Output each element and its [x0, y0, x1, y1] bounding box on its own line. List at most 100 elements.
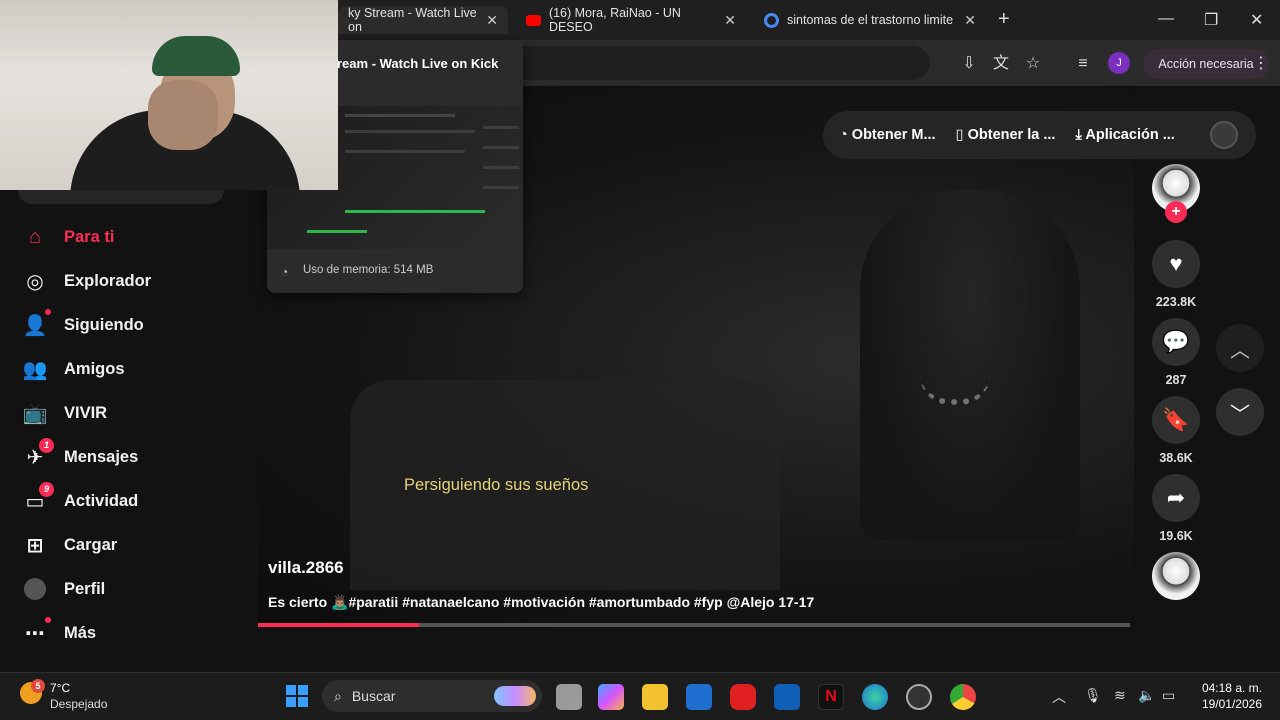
notification-dot: [45, 309, 51, 315]
close-window-icon[interactable]: ✕: [1250, 10, 1263, 30]
webcam-hand: [148, 80, 218, 150]
tab-preview-memory: Uso de memoria: 514 MB: [303, 264, 434, 276]
sidebar-item-label: Perfil: [64, 579, 106, 598]
tab-google[interactable]: sintomas de el trastorno limite ✕: [754, 6, 986, 34]
upload-icon: ⊞: [26, 534, 44, 557]
messages-icon: ✈ 1: [22, 438, 54, 470]
new-tab-button[interactable]: +: [998, 8, 1010, 31]
get-coins-label: Obtener M...: [851, 127, 936, 143]
taskbar-search[interactable]: ⌕ Buscar: [322, 680, 542, 712]
activity-icon: ▭ 9: [22, 482, 54, 514]
previous-video-button[interactable]: ︿: [1216, 324, 1264, 372]
chrome-icon[interactable]: [950, 684, 976, 710]
friends-icon: 👥: [22, 358, 48, 381]
star-icon[interactable]: ☆: [1022, 53, 1044, 75]
clock-time[interactable]: 04:18 a. m.: [1196, 681, 1262, 695]
following-icon: 👤: [22, 309, 51, 338]
notification-dot: [45, 617, 51, 623]
comment-icon: 💬: [1162, 329, 1190, 354]
get-app-button[interactable]: ▯ Obtener la ...: [956, 127, 1056, 143]
install-icon[interactable]: ⇩: [958, 53, 980, 75]
menu-icon[interactable]: ⋮: [1250, 53, 1272, 75]
top-actions-bar: ◔ Obtener M... ▯ Obtener la ... ⤓ Aplica…: [823, 111, 1256, 159]
temperature: 7°C: [50, 681, 71, 695]
sidebar-item-amigos[interactable]: 👥 Amigos: [22, 354, 125, 384]
close-icon[interactable]: ✕: [724, 12, 736, 29]
video-progress-fill: [258, 623, 420, 627]
sidebar-item-label: Amigos: [64, 359, 125, 378]
battery-icon[interactable]: ▭: [1162, 687, 1175, 704]
clock-date[interactable]: 19/01/2026: [1196, 697, 1262, 711]
translate-icon[interactable]: 文: [990, 53, 1012, 75]
avatar[interactable]: J: [1108, 52, 1130, 74]
get-coins-button[interactable]: ◔ Obtener M...: [839, 127, 936, 143]
more-icon: ⋯: [22, 617, 51, 646]
profile-icon: [22, 576, 48, 602]
sidebar-item-label: Siguiendo: [64, 315, 144, 334]
comment-button[interactable]: 💬: [1152, 318, 1200, 366]
restore-icon[interactable]: ❐: [1204, 10, 1218, 30]
video-subtitle: Persiguiendo sus sueños: [404, 476, 589, 494]
sidebar-item-cargar[interactable]: ⊞ Cargar: [22, 530, 118, 560]
sidebar-item-vivir[interactable]: 📺 VIVIR: [22, 398, 108, 428]
follow-button[interactable]: +: [1165, 201, 1187, 223]
youtube-app-icon[interactable]: [730, 684, 756, 710]
weather-description: Despejado: [50, 697, 108, 711]
sidebar-item-label: Para ti: [64, 227, 115, 246]
save-count: 38.6K: [1159, 451, 1193, 465]
webcam-cap: [152, 36, 240, 76]
obs-icon[interactable]: [906, 684, 932, 710]
heart-icon: ♥: [1169, 251, 1183, 276]
profile-avatar[interactable]: [1210, 121, 1238, 149]
chevron-up-icon[interactable]: ︿: [1052, 687, 1066, 707]
memory-icon: ◔: [281, 265, 289, 279]
tab-preview-title: ream - Watch Live on Kick: [337, 56, 499, 71]
mail-icon[interactable]: [686, 684, 712, 710]
volume-icon[interactable]: 🔈: [1138, 687, 1155, 704]
windows-start-button[interactable]: [286, 685, 308, 707]
task-view-icon[interactable]: [556, 684, 582, 710]
sidebar-item-label: Mensajes: [64, 447, 139, 466]
close-icon[interactable]: ✕: [486, 12, 498, 29]
sidebar-item-para-ti[interactable]: ⌂ Para ti: [22, 222, 115, 252]
copilot-icon[interactable]: [598, 684, 624, 710]
sidebar-item-label: VIVIR: [64, 403, 108, 422]
share-count: 19.6K: [1159, 529, 1193, 543]
tab-youtube[interactable]: (16) Mora, RaiNao - UN DESEO ✕: [516, 6, 746, 34]
netflix-icon[interactable]: N: [818, 684, 844, 710]
tab-title: sintomas de el trastorno limite: [787, 13, 954, 27]
tab-kick[interactable]: ky Stream - Watch Live on ✕: [338, 6, 508, 34]
desktop-app-button[interactable]: ⤓ Aplicación ...: [1075, 127, 1174, 143]
close-icon[interactable]: ✕: [964, 12, 976, 29]
sidebar-item-perfil[interactable]: Perfil: [22, 574, 105, 604]
sidebar-item-siguiendo[interactable]: 👤 Siguiendo: [22, 309, 144, 340]
file-explorer-icon[interactable]: [642, 684, 668, 710]
next-video-button[interactable]: ﹀: [1216, 388, 1264, 436]
sidebar-item-actividad[interactable]: ▭ 9 Actividad: [22, 482, 138, 516]
microphone-icon[interactable]: 🎙: [1084, 687, 1102, 704]
home-icon: ⌂: [28, 225, 42, 248]
sidebar-item-mas[interactable]: ⋯ Más: [22, 617, 97, 648]
search-icon: ⌕: [334, 687, 342, 704]
video-author[interactable]: villa.2866: [268, 558, 344, 578]
message-badge: 1: [39, 438, 54, 453]
media-icon[interactable]: ≡: [1072, 53, 1094, 75]
wifi-icon[interactable]: ≋: [1114, 687, 1126, 704]
sidebar-item-explorador[interactable]: ◎ Explorador: [22, 266, 151, 296]
sidebar-item-mensajes[interactable]: ✈ 1 Mensajes: [22, 438, 139, 472]
minimize-icon[interactable]: —: [1158, 10, 1174, 28]
search-highlight-icon: [494, 686, 536, 706]
sidebar-item-label: Explorador: [64, 271, 152, 290]
video-caption: Es cierto 🙇🏽‍♂️#paratii #natanaelcano #m…: [268, 594, 815, 610]
share-icon: ➦: [1166, 485, 1186, 510]
webcam-overlay: [0, 0, 338, 190]
save-button[interactable]: 🔖: [1152, 396, 1200, 444]
like-button[interactable]: ♥: [1152, 240, 1200, 288]
youtube-icon: [526, 14, 541, 26]
outlook-icon[interactable]: [774, 684, 800, 710]
sound-avatar[interactable]: [1152, 552, 1200, 600]
edge-icon[interactable]: [862, 684, 888, 710]
bookmark-icon: 🔖: [1162, 407, 1190, 432]
sidebar-item-label: Más: [64, 623, 97, 642]
share-button[interactable]: ➦: [1152, 474, 1200, 522]
